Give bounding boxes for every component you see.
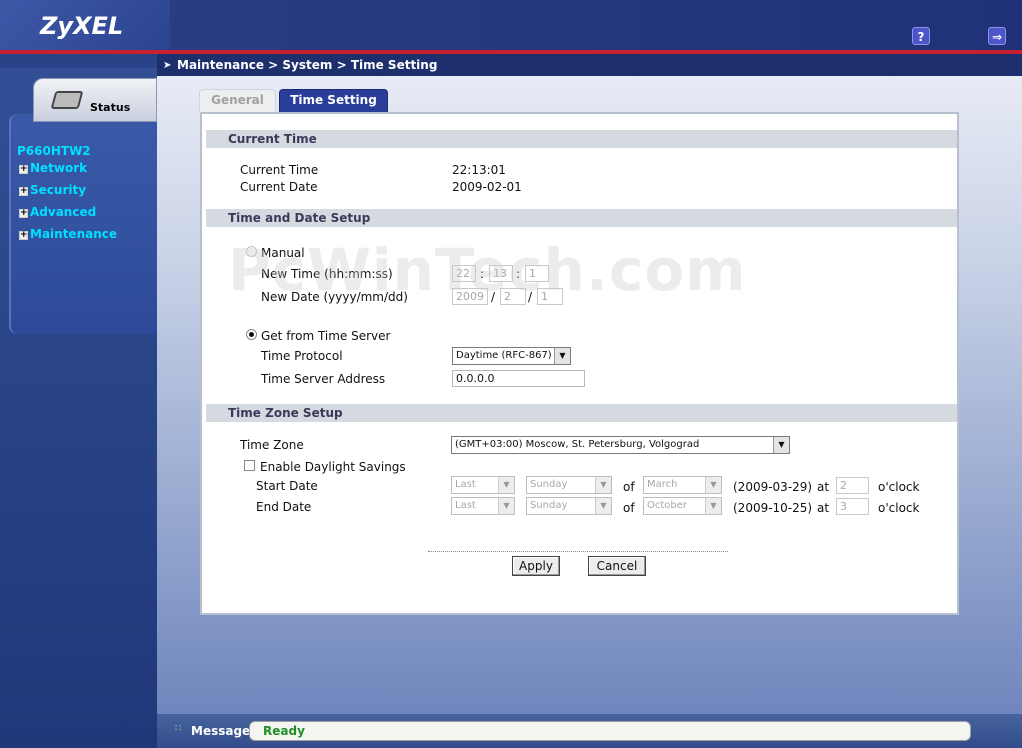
cancel-button[interactable]: Cancel <box>588 556 646 576</box>
time-protocol-label: Time Protocol <box>261 349 343 363</box>
breadcrumb: Maintenance > System > Time Setting <box>177 58 438 72</box>
new-date-label: New Date (yyyy/mm/dd) <box>261 290 408 304</box>
current-date-value: 2009-02-01 <box>452 180 522 194</box>
new-date-dd-input[interactable]: 1 <box>537 288 563 305</box>
expand-icon: + <box>19 208 28 218</box>
chevron-down-icon: ▼ <box>498 477 514 493</box>
of-label: of <box>623 480 635 494</box>
new-time-hh-input[interactable]: 22 <box>452 265 476 282</box>
start-week-value: Last <box>455 479 476 490</box>
start-week-select[interactable]: Last ▼ <box>451 476 515 494</box>
date-separator: / <box>491 290 496 304</box>
current-time-value: 22:13:01 <box>452 163 506 177</box>
chevron-down-icon: ▼ <box>705 498 721 514</box>
time-separator: : <box>480 267 485 281</box>
sidebar-item-label: Advanced <box>30 205 97 219</box>
at-label: at <box>817 480 830 494</box>
time-server-address-label: Time Server Address <box>261 372 386 386</box>
end-month-select[interactable]: October ▼ <box>643 497 722 515</box>
section-time-zone-setup: Time Zone Setup <box>206 404 957 422</box>
sidebar-item-network[interactable]: + Network <box>19 161 87 177</box>
new-time-label: New Time (hh:mm:ss) <box>261 267 393 281</box>
router-icon <box>50 91 84 109</box>
sidebar-item-label: Network <box>30 161 88 175</box>
expand-icon: + <box>19 230 28 240</box>
chevron-down-icon: ▼ <box>595 477 611 493</box>
zyxel-logo: ZyXEL <box>40 12 124 40</box>
current-date-label: Current Date <box>240 180 318 194</box>
sidebar-item-label: Maintenance <box>30 227 118 241</box>
question-icon[interactable]: ? <box>912 27 930 45</box>
expand-icon: + <box>19 186 28 196</box>
tab-general[interactable]: General <box>199 89 276 112</box>
chevron-down-icon: ▼ <box>773 437 789 453</box>
time-protocol-value: Daytime (RFC-867) <box>456 350 552 361</box>
new-time-ss-input[interactable]: 1 <box>525 265 549 282</box>
chevron-down-icon: ▼ <box>595 498 611 514</box>
end-month-value: October <box>647 500 688 511</box>
start-date-label: Start Date <box>256 479 318 493</box>
current-time-label: Current Time <box>240 163 319 177</box>
time-protocol-select[interactable]: Daytime (RFC-867) ▼ <box>452 347 571 365</box>
time-zone-label: Time Zone <box>240 438 304 452</box>
manual-radio[interactable] <box>246 246 257 257</box>
model-label: P660HTW2 <box>17 144 91 158</box>
end-date-label: End Date <box>256 500 312 514</box>
start-month-select[interactable]: March ▼ <box>643 476 722 494</box>
grip-icon: ∷ <box>175 723 182 734</box>
new-time-mm-input[interactable]: 13 <box>489 265 513 282</box>
chevron-down-icon: ▼ <box>498 498 514 514</box>
daylight-savings-label: Enable Daylight Savings <box>260 460 406 474</box>
logout-icon[interactable]: ⇒ <box>988 27 1006 45</box>
manual-label: Manual <box>261 246 305 260</box>
time-server-radio[interactable] <box>246 329 257 340</box>
chevron-down-icon: ▼ <box>705 477 721 493</box>
message-text: Ready <box>263 724 305 738</box>
message-box <box>249 721 971 741</box>
time-zone-value: (GMT+03:00) Moscow, St. Petersburg, Volg… <box>455 439 700 450</box>
of-label: of <box>623 501 635 515</box>
date-separator: / <box>528 290 533 304</box>
end-day-value: Sunday <box>530 500 568 511</box>
sidebar-item-maintenance[interactable]: + Maintenance <box>19 227 117 243</box>
start-day-value: Sunday <box>530 479 568 490</box>
chevron-down-icon: ▼ <box>554 348 570 364</box>
divider <box>428 551 728 552</box>
sidebar-stripe <box>0 54 157 68</box>
status-tab[interactable]: Status <box>33 78 157 122</box>
tab-time-setting[interactable]: Time Setting <box>279 89 388 112</box>
start-month-value: March <box>647 479 678 490</box>
oclock-label: o'clock <box>878 480 920 494</box>
time-server-label: Get from Time Server <box>261 329 391 343</box>
end-hour-input[interactable]: 3 <box>836 498 869 515</box>
section-time-date-setup: Time and Date Setup <box>206 209 957 227</box>
sidebar-item-security[interactable]: + Security <box>19 183 86 199</box>
start-computed-date: (2009-03-29) <box>733 480 813 494</box>
start-day-select[interactable]: Sunday ▼ <box>526 476 612 494</box>
end-week-value: Last <box>455 500 476 511</box>
daylight-savings-checkbox[interactable] <box>244 460 255 471</box>
sidebar-item-label: Security <box>30 183 87 197</box>
new-date-yyyy-input[interactable]: 2009 <box>452 288 488 305</box>
message-label: Message <box>191 724 251 738</box>
arrow-icon: ➤ <box>163 60 172 71</box>
at-label: at <box>817 501 830 515</box>
section-current-time: Current Time <box>206 130 957 148</box>
time-server-address-input[interactable]: 0.0.0.0 <box>452 370 585 387</box>
sidebar-item-advanced[interactable]: + Advanced <box>19 205 96 221</box>
expand-icon: + <box>19 164 28 174</box>
status-label: Status <box>90 101 131 114</box>
new-date-mm-input[interactable]: 2 <box>500 288 526 305</box>
time-zone-select[interactable]: (GMT+03:00) Moscow, St. Petersburg, Volg… <box>451 436 790 454</box>
end-week-select[interactable]: Last ▼ <box>451 497 515 515</box>
apply-button[interactable]: Apply <box>512 556 560 576</box>
time-separator: : <box>516 267 521 281</box>
oclock-label: o'clock <box>878 501 920 515</box>
end-computed-date: (2009-10-25) <box>733 501 813 515</box>
end-day-select[interactable]: Sunday ▼ <box>526 497 612 515</box>
start-hour-input[interactable]: 2 <box>836 477 869 494</box>
